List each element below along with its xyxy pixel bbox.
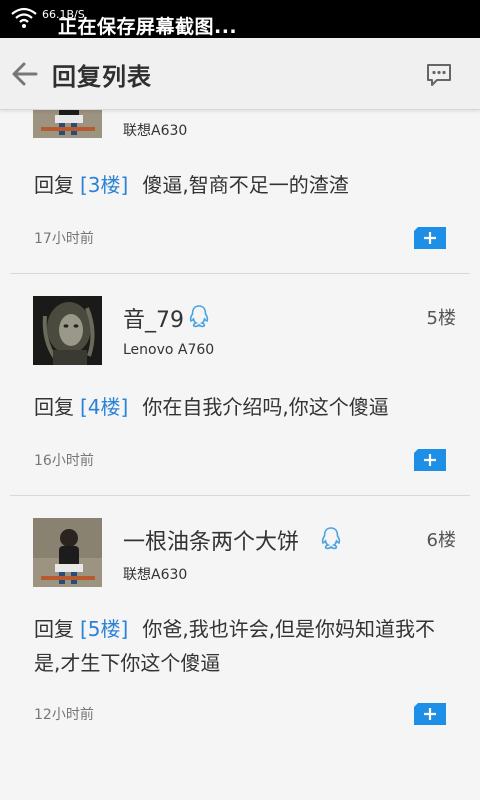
reply-content: 回复 [3楼] 傻逼,智商不足一的渣渣 — [34, 168, 454, 202]
device-label: Lenovo A760 — [123, 342, 215, 358]
avatar[interactable] — [33, 296, 102, 365]
reply-item[interactable]: 联想A630 回复 [3楼] 傻逼,智商不足一的渣渣 17小时前 — [10, 109, 470, 274]
status-bar: 66.1B/S 正在保存屏幕截图... — [0, 0, 480, 38]
qq-icon — [321, 527, 341, 550]
reply-prefix: 回复 — [34, 617, 74, 641]
username[interactable]: 音_79 — [123, 302, 184, 334]
screenshot-notice: 正在保存屏幕截图... — [58, 16, 238, 38]
reply-content: 回复 [4楼] 你在自我介绍吗,你这个傻逼 — [34, 390, 454, 424]
reply-plus-button[interactable] — [414, 227, 446, 249]
floor-number: 5楼 — [426, 308, 456, 329]
device-label: 联想A630 — [123, 567, 188, 583]
qq-icon — [189, 305, 209, 328]
reply-floor-link[interactable]: [4楼] — [80, 395, 128, 419]
timestamp: 12小时前 — [34, 707, 94, 723]
username[interactable]: 一根油条两个大饼 — [123, 524, 299, 556]
reply-text: 傻逼,智商不足一的渣渣 — [142, 173, 349, 197]
reply-text: 你在自我介绍吗,你这个傻逼 — [142, 395, 389, 419]
reply-prefix: 回复 — [34, 173, 74, 197]
avatar[interactable] — [33, 109, 102, 138]
timestamp: 17小时前 — [34, 231, 94, 247]
reply-floor-link[interactable]: [3楼] — [80, 173, 128, 197]
arrow-left-icon[interactable] — [10, 60, 40, 88]
reply-plus-button[interactable] — [414, 703, 446, 725]
reply-item[interactable]: 一根油条两个大饼 6楼 联想A630 回复 [5楼] 你爸,我也许会,但是你妈知道我… — [10, 495, 470, 755]
floor-number: 6楼 — [426, 530, 456, 551]
page-title: 回复列表 — [52, 63, 152, 91]
comment-icon[interactable] — [424, 60, 454, 90]
avatar[interactable] — [33, 518, 102, 587]
reply-content: 回复 [5楼] 你爸,我也许会,但是你妈知道我不是,才生下你这个傻逼 — [34, 612, 454, 680]
reply-floor-link[interactable]: [5楼] — [80, 617, 128, 641]
timestamp: 16小时前 — [34, 453, 94, 469]
reply-list[interactable]: 联想A630 回复 [3楼] 傻逼,智商不足一的渣渣 17小时前 音_79 5楼… — [0, 109, 480, 800]
reply-prefix: 回复 — [34, 395, 74, 419]
reply-plus-button[interactable] — [414, 449, 446, 471]
wifi-icon — [11, 7, 37, 28]
device-label: 联想A630 — [123, 123, 188, 139]
app-header: 回复列表 — [0, 38, 480, 110]
reply-item[interactable]: 音_79 5楼 Lenovo A760 回复 [4楼] 你在自我介绍吗,你这个傻逼 … — [10, 273, 470, 496]
